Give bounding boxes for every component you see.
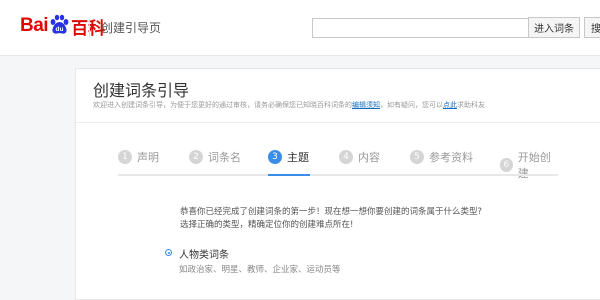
step-label: 内容 [358, 151, 380, 164]
desc-suffix: 求助科友 [457, 101, 485, 109]
baidu-baike-logo[interactable]: Bai du 百科 [20, 13, 105, 39]
step-declaration: 1 声明 [118, 149, 159, 165]
radio-selected-icon[interactable] [165, 249, 172, 256]
enter-entry-button[interactable]: 进入词条 [528, 17, 580, 38]
steps-active-indicator [268, 174, 310, 176]
step-label: 词条名 [208, 151, 241, 164]
step-start-create: 6 开始创建 [500, 149, 558, 181]
step-label: 参考资料 [429, 151, 473, 164]
header-divider [89, 19, 90, 37]
desc-prefix: 欢迎进入创建词条引导，为便于您更好的通过审核，请务必确保您已知晓百科词条的 [93, 101, 352, 109]
top-header: Bai du 百科 创建引导页 进入词条 搜 [0, 0, 600, 56]
card-divider [76, 122, 600, 123]
search-input[interactable] [312, 18, 532, 38]
step-number: 1 [118, 150, 132, 164]
step-number: 4 [339, 150, 353, 164]
option-examples: 如政治家、明星、教师、企业家、运动员等 [179, 265, 341, 275]
steps-track [118, 174, 558, 176]
intro-line-2: 选择正确的类型，精确定位你的创建难点所在! [180, 220, 354, 230]
step-label: 主题 [287, 151, 309, 164]
intro-line-1: 恭喜你已经完成了创建词条的第一步！现在想一想你要创建的词条属于什么类型? [180, 207, 483, 217]
step-number: 3 [268, 150, 282, 164]
logo-text-bai: Bai [20, 15, 49, 36]
step-references: 5 参考资料 [410, 149, 473, 165]
step-label: 声明 [137, 151, 159, 164]
option-label[interactable]: 人物类词条 [179, 246, 229, 261]
page-name: 创建引导页 [101, 21, 162, 35]
help-link[interactable]: 点此 [443, 101, 457, 109]
step-label: 开始创建 [517, 151, 551, 180]
guide-description: 欢迎进入创建词条引导，为便于您更好的通过审核，请务必确保您已知晓百科词条的编辑须… [93, 100, 485, 110]
step-content: 4 内容 [339, 149, 380, 165]
step-topic: 3 主题 [268, 149, 309, 165]
page-title: 创建词条引导 [93, 81, 190, 100]
step-number: 2 [189, 150, 203, 164]
editing-notice-link[interactable]: 编辑须知 [352, 101, 380, 109]
baidu-paw-icon: du [50, 14, 69, 34]
guide-card: 创建词条引导 欢迎进入创建词条引导，为便于您更好的通过审核，请务必确保您已知晓百… [75, 68, 600, 300]
intro-text: 恭喜你已经完成了创建词条的第一步！现在想一想你要创建的词条属于什么类型? 选择正… [180, 206, 482, 232]
step-entry-name: 2 词条名 [189, 149, 241, 165]
step-progress: 1 声明 2 词条名 3 主题 4 内容 5 参考资料 6 开始创建 [118, 149, 558, 181]
step-number: 5 [410, 150, 424, 164]
search-button[interactable]: 搜 [584, 17, 600, 38]
desc-middle: ，如有疑问，您可以 [380, 101, 443, 109]
step-number: 6 [500, 158, 513, 172]
svg-text:du: du [56, 26, 64, 33]
